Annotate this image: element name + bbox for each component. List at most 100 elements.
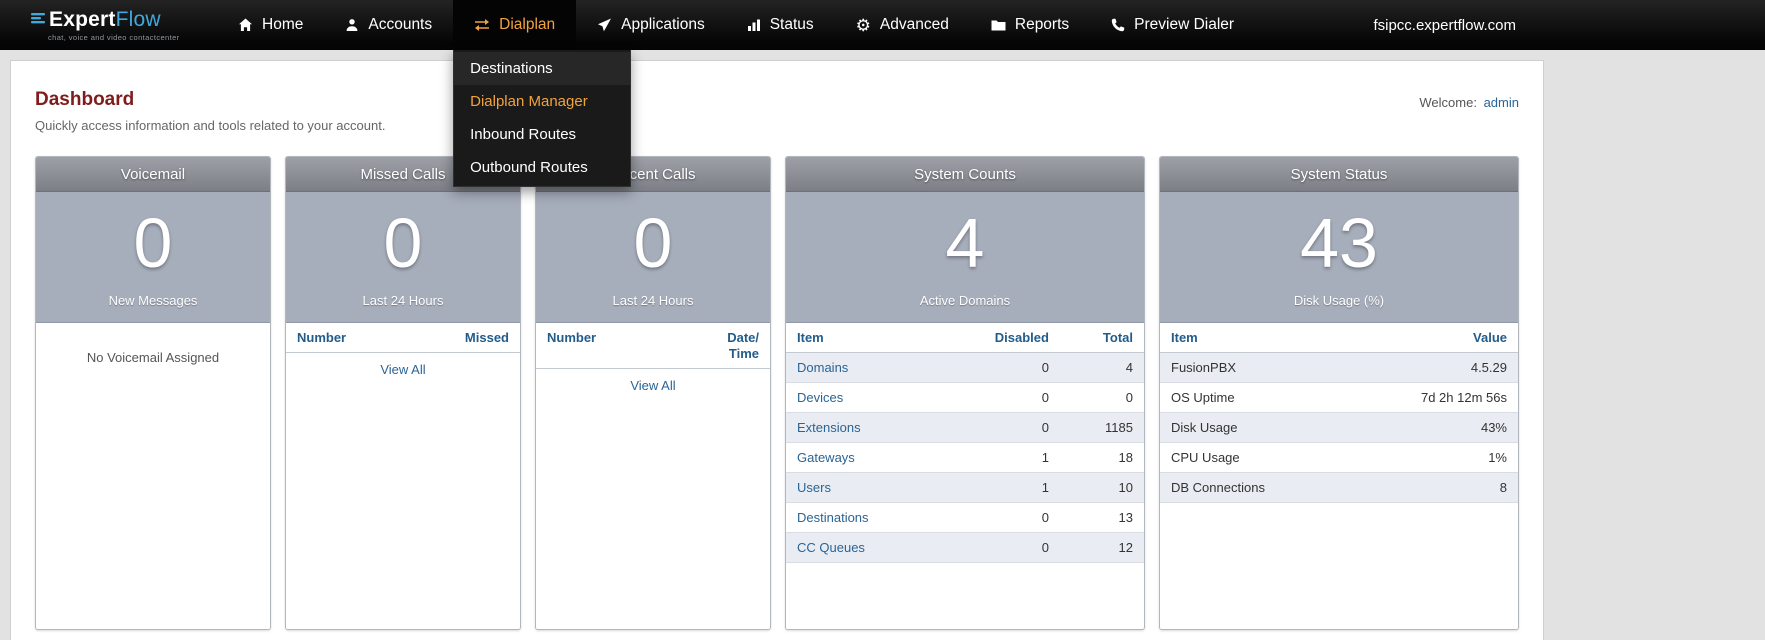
top-navigation-bar: ExpertFlow chat, voice and video contact… [0,0,1765,187]
bar-chart-icon [747,18,761,32]
voicemail-count: 0 [133,204,173,282]
nav-item-label: Status [769,16,814,33]
user-icon [345,18,359,32]
column-header: Date/Time [669,323,770,370]
nav-item-status[interactable]: Status [726,0,835,50]
nav-item-label: Accounts [368,16,433,33]
system-status-card: System Status 43 Disk Usage (%) Item Val… [1159,156,1519,630]
table-row: Gateways 1 18 [786,442,1144,473]
dialplan-dropdown-menu: Destinations Dialplan Manager Inbound Ro… [453,50,632,187]
menu-item-dialplan-manager[interactable]: Dialplan Manager [454,85,630,118]
table-header-row: Number Date/Time [536,323,770,370]
menu-lines-icon [30,10,46,31]
column-header: Missed [407,323,520,353]
welcome-text: Welcome: admin [1419,95,1519,110]
welcome-user-link[interactable]: admin [1484,95,1519,110]
view-all-row: View All [286,353,520,386]
table-row: Devices 0 0 [786,382,1144,413]
system-status-count-label: Disk Usage (%) [1293,293,1385,308]
nav-item-advanced[interactable]: ⚙ Advanced [835,0,970,50]
column-header: Number [286,323,408,353]
table-row: DB Connections 8 [1160,472,1518,503]
table-row: CPU Usage 1% [1160,442,1518,473]
missed-calls-count-label: Last 24 Hours [362,293,444,308]
system-counts-body: Item Disabled Total Domains 0 4 Devices … [786,323,1144,629]
table-row: OS Uptime 7d 2h 12m 56s [1160,382,1518,413]
page-subtitle: Quickly access information and tools rel… [35,118,386,133]
recent-calls-count-section: 0 Last 24 Hours [536,192,770,323]
missed-calls-view-all-link[interactable]: View All [380,362,425,377]
column-header: Disabled [936,323,1060,353]
gear-icon: ⚙ [855,15,871,35]
nav-item-preview-dialer[interactable]: Preview Dialer [1090,0,1255,50]
paper-plane-icon [597,18,612,32]
domain-name: fsipcc.expertflow.com [1373,16,1516,34]
column-header: Total [1059,323,1144,353]
cc-queues-link[interactable]: CC Queues [797,540,865,555]
column-header: Number [536,323,670,370]
system-counts-count: 4 [945,204,985,282]
nav-item-home[interactable]: Home [217,0,324,50]
system-status-table: Item Value FusionPBX 4.5.29 OS Uptime 7d… [1160,323,1518,503]
nav-menu: Home Accounts Dialplan Destinations Dial… [217,0,1255,187]
nav-item-label: Dialplan [499,16,556,33]
table-header-row: Item Disabled Total [786,323,1144,353]
nav-item-label: Advanced [879,16,949,33]
devices-link[interactable]: Devices [797,390,843,405]
nav-item-label: Preview Dialer [1134,16,1235,33]
column-header: Item [1160,323,1346,353]
system-status-count-section: 43 Disk Usage (%) [1160,192,1518,323]
brand-name: ExpertFlow [49,8,161,31]
nav-item-dialplan[interactable]: Dialplan Destinations Dialplan Manager I… [453,0,632,187]
nav-item-label: Reports [1014,16,1070,33]
column-header: Value [1345,323,1518,353]
voicemail-card: Voicemail 0 New Messages No Voicemail As… [35,156,271,630]
domains-link[interactable]: Domains [797,360,848,375]
card-title: Voicemail [36,157,270,192]
nav-item-accounts[interactable]: Accounts [324,0,453,50]
nav-item-reports[interactable]: Reports [970,0,1090,50]
nav-item-label: Home [262,16,304,33]
table-row: Disk Usage 43% [1160,412,1518,443]
voicemail-count-label: New Messages [108,293,198,308]
system-status-count: 43 [1300,204,1378,282]
users-link[interactable]: Users [797,480,831,495]
page-header: Dashboard Quickly access information and… [35,83,1519,133]
folder-icon [991,19,1006,32]
menu-item-inbound-routes[interactable]: Inbound Routes [454,118,630,151]
recent-calls-count-label: Last 24 Hours [612,293,694,308]
brand-logo[interactable]: ExpertFlow chat, voice and video contact… [30,0,195,50]
card-title: System Counts [786,157,1144,192]
view-all-row: View All [536,369,770,402]
menu-item-outbound-routes[interactable]: Outbound Routes [454,151,630,184]
missed-calls-card: Missed Calls 0 Last 24 Hours Number Miss… [285,156,521,630]
voicemail-body: No Voicemail Assigned [36,323,270,629]
column-header: Item [786,323,937,353]
recent-calls-view-all-link[interactable]: View All [630,378,675,393]
system-counts-count-label: Active Domains [919,293,1011,308]
gateways-link[interactable]: Gateways [797,450,855,465]
dashboard-cards: Voicemail 0 New Messages No Voicemail As… [35,156,1519,630]
table-row: FusionPBX 4.5.29 [1160,352,1518,383]
table-row: Domains 0 4 [786,352,1144,383]
missed-calls-count-section: 0 Last 24 Hours [286,192,520,323]
missed-calls-table: Number Missed [286,323,520,353]
system-counts-count-section: 4 Active Domains [786,192,1144,323]
voicemail-empty-text: No Voicemail Assigned [86,350,220,365]
menu-item-destinations[interactable]: Destinations [454,52,631,85]
home-icon [238,18,253,32]
main-content: Dashboard Quickly access information and… [10,60,1544,640]
table-header-row: Number Missed [286,323,520,353]
table-row: Destinations 0 13 [786,502,1144,533]
table-row: Users 1 10 [786,472,1144,503]
recent-calls-count: 0 [633,204,673,282]
extensions-link[interactable]: Extensions [797,420,861,435]
destinations-link[interactable]: Destinations [797,510,869,525]
table-header-row: Item Value [1160,323,1518,353]
missed-calls-body: Number Missed View All [286,323,520,629]
system-counts-table: Item Disabled Total Domains 0 4 Devices … [786,323,1144,563]
nav-item-applications[interactable]: Applications [576,0,726,50]
recent-calls-card: Recent Calls 0 Last 24 Hours Number Date… [535,156,771,630]
system-counts-card: System Counts 4 Active Domains Item Disa… [785,156,1145,630]
missed-calls-count: 0 [383,204,423,282]
